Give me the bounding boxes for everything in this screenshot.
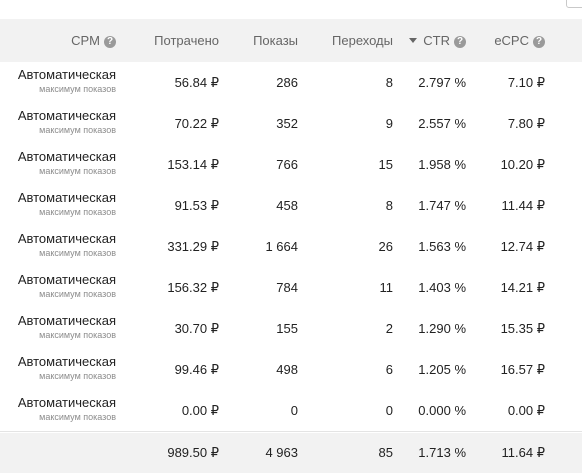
strategy-subtitle: максимум показов	[39, 84, 116, 94]
strategy-name: Автоматическая	[17, 231, 116, 246]
totals-row: 989.50 ₽ 4 963 85 1.713 % 11.64 ₽	[0, 433, 582, 473]
cell-clicks: 8	[385, 75, 393, 90]
cell-ecpc: 14.21 ₽	[500, 280, 545, 295]
sort-desc-arrow-icon	[409, 38, 418, 43]
cell-ecpc: 15.35 ₽	[500, 321, 545, 336]
cell-spent: 70.22 ₽	[174, 116, 219, 131]
cell-ecpc: 10.20 ₽	[500, 157, 545, 172]
cell-spent: 331.29 ₽	[167, 239, 219, 254]
cell-spent: 153.14 ₽	[167, 157, 219, 172]
column-header-ctr-label: CTR	[423, 33, 450, 48]
cell-clicks: 0	[385, 403, 393, 418]
column-header-spent-label: Потрачено	[154, 33, 219, 48]
strategy-name: Автоматическая	[17, 149, 116, 164]
column-header-spent[interactable]: Потрачено	[130, 19, 219, 62]
strategy-subtitle: максимум показов	[39, 330, 116, 340]
column-header-clicks-label: Переходы	[332, 33, 393, 48]
cell-ctr: 0.000 %	[418, 403, 466, 418]
column-header-ecpc[interactable]: eCPC?	[470, 19, 545, 62]
cell-shows: 155	[276, 321, 298, 336]
cell-shows: 766	[276, 157, 298, 172]
cell-ctr: 1.958 %	[418, 157, 466, 172]
cell-spent: 30.70 ₽	[174, 321, 219, 336]
cell-ctr: 1.205 %	[418, 362, 466, 377]
top-control-button[interactable]	[566, 0, 582, 8]
cell-spent: 0.00 ₽	[181, 403, 219, 418]
cell-ecpc: 16.57 ₽	[500, 362, 545, 377]
strategy-subtitle: максимум показов	[39, 248, 116, 258]
cell-shows: 498	[276, 362, 298, 377]
cell-ctr: 2.557 %	[418, 116, 466, 131]
strategy-subtitle: максимум показов	[39, 412, 116, 422]
cell-ecpc: 7.80 ₽	[507, 116, 545, 131]
strategy-name: Автоматическая	[17, 272, 116, 287]
strategy-name: Автоматическая	[17, 313, 116, 328]
cell-shows: 1 664	[265, 239, 298, 254]
table-row[interactable]: Автоматическая максимум показов 99.46 ₽ …	[0, 349, 582, 391]
strategy-subtitle: максимум показов	[39, 371, 116, 381]
column-header-ecpc-label: eCPC	[494, 33, 529, 48]
total-shows: 4 963	[265, 445, 298, 460]
column-header-cpm[interactable]: CPM?	[40, 19, 116, 62]
strategy-subtitle: максимум показов	[39, 289, 116, 299]
cell-ecpc: 0.00 ₽	[507, 403, 545, 418]
strategy-name: Автоматическая	[17, 354, 116, 369]
cell-clicks: 15	[378, 157, 393, 172]
strategy-subtitle: максимум показов	[39, 125, 116, 135]
cell-ecpc: 11.44 ₽	[501, 198, 545, 213]
cell-clicks: 26	[378, 239, 393, 254]
strategy-name: Автоматическая	[17, 108, 116, 123]
cell-clicks: 6	[385, 362, 393, 377]
cell-ctr: 1.747 %	[418, 198, 466, 213]
column-header-ctr[interactable]: CTR?	[396, 19, 466, 62]
cell-ctr: 2.797 %	[418, 75, 466, 90]
cell-ecpc: 12.74 ₽	[500, 239, 545, 254]
cell-ctr: 1.290 %	[418, 321, 466, 336]
cell-clicks: 11	[379, 280, 394, 295]
total-ecpc: 11.64 ₽	[501, 445, 545, 460]
cell-ctr: 1.403 %	[418, 280, 466, 295]
cell-spent: 91.53 ₽	[174, 198, 219, 213]
help-icon[interactable]: ?	[533, 36, 545, 48]
total-clicks: 85	[378, 445, 393, 460]
column-header-shows[interactable]: Показы	[230, 19, 298, 62]
strategy-name: Автоматическая	[17, 67, 116, 82]
table-header: CPM? Потрачено Показы Переходы CTR? eCPC…	[0, 19, 582, 62]
cell-shows: 458	[276, 198, 298, 213]
table-row[interactable]: Автоматическая максимум показов 91.53 ₽ …	[0, 185, 582, 227]
total-spent: 989.50 ₽	[167, 445, 219, 460]
table-row[interactable]: Автоматическая максимум показов 331.29 ₽…	[0, 226, 582, 268]
cell-clicks: 8	[385, 198, 393, 213]
table-row[interactable]: Автоматическая максимум показов 30.70 ₽ …	[0, 308, 582, 350]
table-row[interactable]: Автоматическая максимум показов 0.00 ₽ 0…	[0, 390, 582, 432]
cell-spent: 56.84 ₽	[174, 75, 219, 90]
table-row[interactable]: Автоматическая максимум показов 156.32 ₽…	[0, 267, 582, 309]
cell-shows: 352	[276, 116, 298, 131]
cell-ctr: 1.563 %	[418, 239, 466, 254]
cell-shows: 784	[276, 280, 298, 295]
column-header-cpm-label: CPM	[71, 33, 100, 48]
help-icon[interactable]: ?	[454, 36, 466, 48]
strategy-subtitle: максимум показов	[39, 207, 116, 217]
table-row[interactable]: Автоматическая максимум показов 153.14 ₽…	[0, 144, 582, 186]
cell-clicks: 9	[385, 116, 393, 131]
column-header-clicks[interactable]: Переходы	[310, 19, 393, 62]
total-ctr: 1.713 %	[418, 445, 466, 460]
cell-clicks: 2	[385, 321, 393, 336]
top-strip	[0, 0, 582, 19]
strategy-name: Автоматическая	[17, 190, 116, 205]
strategy-subtitle: максимум показов	[39, 166, 116, 176]
help-icon[interactable]: ?	[104, 36, 116, 48]
column-header-shows-label: Показы	[253, 33, 298, 48]
cell-spent: 156.32 ₽	[167, 280, 219, 295]
cell-ecpc: 7.10 ₽	[507, 75, 545, 90]
table-row[interactable]: Автоматическая максимум показов 56.84 ₽ …	[0, 62, 582, 104]
cell-shows: 286	[276, 75, 298, 90]
cell-shows: 0	[290, 403, 298, 418]
strategy-name: Автоматическая	[17, 395, 116, 410]
table-row[interactable]: Автоматическая максимум показов 70.22 ₽ …	[0, 103, 582, 145]
cell-spent: 99.46 ₽	[174, 362, 219, 377]
